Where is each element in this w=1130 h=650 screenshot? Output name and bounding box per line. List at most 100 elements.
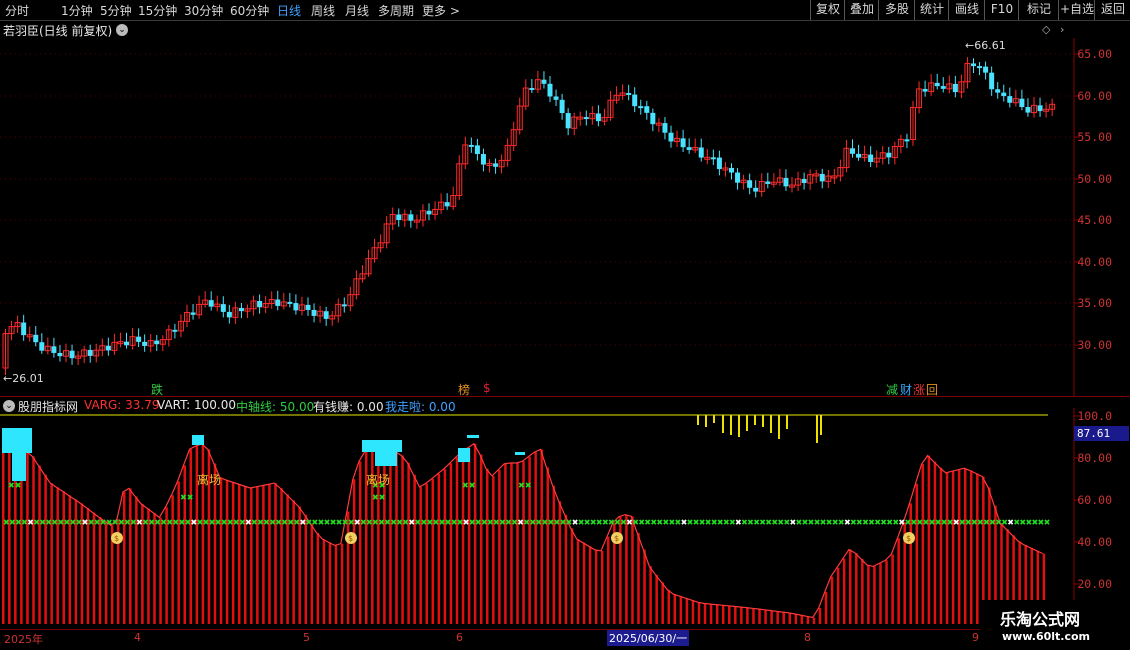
oscillator-bar bbox=[600, 550, 604, 624]
candlestick-chart[interactable] bbox=[0, 38, 1130, 396]
oscillator-bar bbox=[685, 598, 689, 624]
mark-button[interactable]: 标记 bbox=[1018, 0, 1059, 20]
multi-stock-button[interactable]: 多股 bbox=[878, 0, 915, 20]
oscillator-bar bbox=[2, 439, 5, 624]
oscillator-bar bbox=[758, 609, 761, 624]
price-tick-label: 45.00 bbox=[1077, 213, 1112, 227]
oscillator-bar bbox=[970, 470, 973, 624]
indicator-tick-label: 60.00 bbox=[1077, 493, 1112, 507]
indicator-tick-label: 40.00 bbox=[1077, 535, 1112, 549]
period-tab-month[interactable]: 月线 bbox=[345, 2, 369, 19]
oscillator-bar bbox=[921, 464, 925, 624]
period-tab-30min[interactable]: 30分钟 bbox=[184, 2, 223, 19]
candle-body-down bbox=[39, 342, 45, 351]
oscillator-bar bbox=[939, 467, 943, 624]
oscillator-bar bbox=[250, 487, 253, 624]
money-bag-symbol: $ bbox=[348, 534, 353, 543]
oscillator-bar bbox=[268, 484, 271, 624]
candle-body-down bbox=[747, 180, 753, 188]
candle-body-down bbox=[238, 307, 244, 312]
candle-body-down bbox=[51, 346, 57, 353]
green-cross-marker: ✖✖ bbox=[8, 481, 22, 490]
candle-body-down bbox=[293, 303, 299, 311]
oscillator-bar bbox=[189, 449, 193, 624]
indicator-chart[interactable]: ✖ ✖ ✖ ✖ ✖ ✖ ✖ ✖ ✖ ✖ ✖ ✖ ✖ ✖ ✖ ✖ ✖ ✖ ✖ ✖ ✖ ✖ ✖ ✖ ✖ ✖ ✖ ✖ ✖ ✖ ✖ ✖ ✖ ✖ ✖ ✖ ✖ ✖ ✖ ✖… bbox=[0, 408, 1130, 630]
candle-body-down bbox=[595, 113, 601, 122]
oscillator-bar bbox=[262, 485, 265, 624]
period-tab-day[interactable]: 日线 bbox=[277, 2, 301, 19]
period-tab-60min[interactable]: 60分钟 bbox=[230, 2, 269, 19]
oscillator-bar bbox=[788, 612, 791, 624]
oscillator-bar bbox=[340, 543, 344, 624]
oscillator-bar bbox=[183, 465, 186, 624]
period-tab-5min[interactable]: 5分钟 bbox=[100, 2, 132, 19]
oscillator-bar bbox=[661, 582, 664, 624]
oscillator-bar bbox=[449, 463, 453, 624]
add-favorite-button[interactable]: +自选 bbox=[1058, 0, 1095, 20]
oscillator-bar bbox=[334, 545, 338, 624]
oscillator-bar bbox=[425, 483, 428, 624]
oscillator-bar bbox=[346, 511, 350, 624]
oscillator-bar bbox=[806, 616, 810, 624]
midline-marker: ✖ bbox=[1044, 518, 1051, 527]
oscillator-bar bbox=[709, 603, 713, 624]
candle-body-down bbox=[69, 350, 75, 359]
period-tab-15min[interactable]: 15分钟 bbox=[138, 2, 177, 19]
candle-body-down bbox=[716, 157, 722, 170]
oscillator-bar bbox=[855, 553, 858, 624]
oscillator-bar bbox=[62, 491, 65, 624]
candle-body-down bbox=[105, 345, 111, 351]
oscillator-bar bbox=[715, 604, 719, 624]
period-tab-week[interactable]: 周线 bbox=[311, 2, 335, 19]
oscillator-bar bbox=[667, 589, 670, 624]
oscillator-bar bbox=[225, 479, 229, 624]
oscillator-bar bbox=[764, 609, 767, 624]
candle-body-down bbox=[904, 139, 910, 142]
draw-line-button[interactable]: 画线 bbox=[948, 0, 985, 20]
oscillator-bar bbox=[679, 596, 683, 624]
statistics-button[interactable]: 统计 bbox=[914, 0, 949, 20]
oscillator-bar bbox=[879, 563, 882, 624]
f10-button[interactable]: F10 bbox=[984, 0, 1019, 20]
period-tab-multi[interactable]: 多周期 bbox=[378, 2, 414, 19]
exit-tag: 离场 bbox=[366, 473, 391, 487]
candle-body-down bbox=[583, 117, 589, 120]
candle-body-down bbox=[686, 147, 692, 150]
candle-body-down bbox=[190, 312, 196, 315]
indicator-tick-label: 80.00 bbox=[1077, 451, 1112, 465]
price-tick-label: 30.00 bbox=[1077, 338, 1112, 352]
indicator-bars bbox=[1, 438, 1046, 624]
oscillator-bar bbox=[564, 514, 568, 624]
oscillator-bar bbox=[800, 615, 804, 624]
oscillator-bar bbox=[728, 605, 731, 624]
oscillator-bar bbox=[492, 475, 495, 624]
chevron-right-icon[interactable]: › bbox=[1060, 23, 1064, 36]
oscillator-bar bbox=[256, 486, 259, 624]
diamond-icon[interactable]: ◇ bbox=[1042, 23, 1050, 36]
candle-body-down bbox=[735, 172, 741, 183]
oscillator-bar bbox=[431, 478, 435, 624]
period-tab-more[interactable]: 更多 > bbox=[422, 2, 460, 19]
date-label-jun: 6 bbox=[456, 631, 463, 644]
candle-body-down bbox=[220, 304, 226, 312]
overlay-button[interactable]: 叠加 bbox=[844, 0, 879, 20]
period-tab-1min[interactable]: 1分钟 bbox=[61, 2, 93, 19]
candle-body-down bbox=[989, 72, 995, 90]
yellow-spike bbox=[730, 415, 732, 435]
chevron-down-icon[interactable]: ⌄ bbox=[116, 24, 128, 36]
candle-body-down bbox=[765, 181, 771, 184]
candle-body-down bbox=[474, 145, 480, 155]
period-tab-minute[interactable]: 分时 bbox=[5, 2, 29, 19]
restore-rights-button[interactable]: 复权 bbox=[810, 0, 845, 20]
yellow-spike bbox=[738, 415, 740, 437]
candle-body-down bbox=[1019, 98, 1025, 108]
oscillator-bar bbox=[655, 574, 658, 624]
green-cross-marker: ✖✖ bbox=[180, 493, 194, 502]
oscillator-bar bbox=[8, 442, 11, 624]
oscillator-bar bbox=[98, 517, 102, 624]
oscillator-bar bbox=[177, 481, 180, 624]
period-toolbar: 分时 1分钟 5分钟 15分钟 30分钟 60分钟 日线 周线 月线 多周期 更… bbox=[0, 0, 1130, 21]
oscillator-bar bbox=[957, 469, 961, 624]
back-button[interactable]: 返回 bbox=[1094, 0, 1130, 20]
oscillator-bar bbox=[534, 452, 537, 624]
